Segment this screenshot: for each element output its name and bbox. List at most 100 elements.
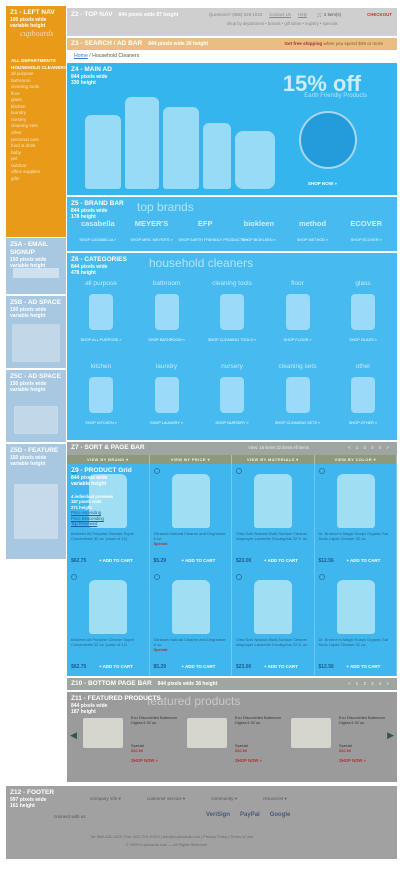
site-logo[interactable]: cupboards <box>20 30 53 38</box>
brand-item[interactable]: EFP SHOP EARTH FRIENDLY PRODUCTS » <box>178 214 248 248</box>
zoom-icon[interactable] <box>236 468 242 474</box>
shop-now-link[interactable]: SHOP NOW » <box>131 758 158 763</box>
zoom-icon[interactable] <box>318 574 325 580</box>
add-to-cart-button[interactable]: + ADD TO CART <box>99 664 133 669</box>
brand-link[interactable]: SHOP METHOD » <box>286 238 340 242</box>
product-description[interactable]: biokleen All Purpose Cleaner Super Conce… <box>71 531 145 542</box>
email-field[interactable] <box>13 268 59 278</box>
legal-text[interactable]: Tel: 888-326-1023 | Fax: 603-7XX-XXXX | … <box>90 834 253 839</box>
category-link[interactable]: SHOP GLASS » <box>333 338 393 342</box>
category-item[interactable]: all purpose SHOP ALL PURPOSE » <box>71 280 131 352</box>
category-link[interactable]: SHOP LAUNDRY » <box>137 421 197 425</box>
sort-tab[interactable]: VIEW BY COLOR ▾ <box>315 455 397 464</box>
add-to-cart-button[interactable]: + ADD TO CART <box>99 558 133 563</box>
shop-now-link[interactable]: SHOP NOW » <box>339 758 366 763</box>
category-link[interactable]: SHOP FLOOR » <box>268 338 328 342</box>
featured-item[interactable]: Eco Discoveries Bathroom Digest-It 32 oz… <box>187 715 283 778</box>
category-item[interactable]: cleaning tools SHOP CLEANING TOOLS » <box>202 280 262 352</box>
product-description[interactable]: Citra Solv Natural Multi-Surface Cleaner… <box>236 637 310 648</box>
sort-price-asc-link[interactable]: Price Ascending <box>71 510 101 515</box>
category-link[interactable]: SHOP OTHER » <box>333 421 393 425</box>
brand-item[interactable]: biokleen SHOP BIOKLEEN » <box>232 214 286 248</box>
category-item[interactable]: glass SHOP GLASS » <box>333 280 393 352</box>
carousel-next-icon[interactable]: ▶ <box>387 730 394 741</box>
add-to-cart-button[interactable]: + ADD TO CART <box>182 664 216 669</box>
sort-tab[interactable]: VIEW BY MATERIALS ▾ <box>232 455 315 464</box>
shipping-promo[interactable]: Get free shipping when you spend $49 or … <box>284 41 383 46</box>
category-item[interactable]: bathroom SHOP BATHROOM » <box>137 280 197 352</box>
category-item[interactable]: nursery SHOP NURSERY » <box>202 363 262 435</box>
zoom-icon[interactable] <box>153 468 160 474</box>
shop-now-link[interactable]: SHOP NOW » <box>308 181 337 186</box>
view-count-options[interactable]: View: 16 items 32 items All items <box>248 445 309 450</box>
brand-item[interactable]: ECOVER SHOP ECOVER » <box>339 214 393 248</box>
nav-item[interactable]: gifts <box>11 176 66 183</box>
add-to-cart-button[interactable]: + ADD TO CART <box>347 558 381 563</box>
verisign-badge-icon[interactable]: VeriSign <box>206 812 230 818</box>
product-description[interactable]: Dr. Bronner's Magic Soaps Organic Sal Su… <box>319 531 393 542</box>
zoom-icon[interactable] <box>236 574 242 580</box>
checkout-button[interactable]: CHECKOUT <box>367 12 392 17</box>
product-image[interactable] <box>254 474 292 528</box>
google-badge-icon[interactable]: Google <box>270 812 291 818</box>
category-item[interactable]: kitchen SHOP KITCHEN » <box>71 363 131 435</box>
carousel-prev-icon[interactable]: ◀ <box>70 730 77 741</box>
brand-link[interactable]: SHOP EARTH FRIENDLY PRODUCTS » <box>178 238 248 242</box>
product-description[interactable]: Citrasolv Natural Cleaner and Degreaser … <box>154 531 228 546</box>
category-link[interactable]: SHOP KITCHEN » <box>71 421 131 425</box>
category-link[interactable]: SHOP CLEANING SETS » <box>268 421 328 425</box>
sort-tab[interactable]: VIEW BY PRICE ▾ <box>150 455 232 464</box>
feature-box[interactable]: Z5D - FEATURE 150 pixels wide variable h… <box>6 444 66 559</box>
product-description[interactable]: Citrasolv Natural Cleaner and Degreaser … <box>154 637 228 652</box>
category-link[interactable]: SHOP BATHROOM » <box>137 338 197 342</box>
product-image[interactable] <box>89 580 127 634</box>
ad-space-b[interactable]: Z5B - AD SPACE 150 pixels wide variable … <box>6 296 66 368</box>
product-image[interactable] <box>336 580 375 634</box>
help-link[interactable]: Help <box>298 12 307 17</box>
product-description[interactable]: Dr. Bronner's Magic Soaps Organic Sal Su… <box>319 637 393 648</box>
add-to-cart-button[interactable]: + ADD TO CART <box>264 664 298 669</box>
top-links[interactable]: shop by department • brands • gift ideas… <box>227 21 338 26</box>
category-item[interactable]: cleaning sets SHOP CLEANING SETS » <box>268 363 328 435</box>
breadcrumb-home-link[interactable]: Home <box>74 53 88 59</box>
main-ad[interactable]: Z4 - MAIN AD 844 pixels wide 330 height … <box>67 63 397 195</box>
category-item[interactable]: laundry SHOP LAUNDRY » <box>137 363 197 435</box>
brand-link[interactable]: SHOP ECOVER » <box>339 238 393 242</box>
featured-item[interactable]: Eco Discoveries Bathroom Digest-It 32 oz… <box>291 715 387 778</box>
contact-link[interactable]: Contact Us <box>269 12 291 17</box>
featured-name[interactable]: Eco Discoveries Bathroom Digest-It 32 oz… <box>235 715 283 725</box>
add-to-cart-button[interactable]: + ADD TO CART <box>182 558 216 563</box>
pagination[interactable]: < 1 2 3 4 > <box>348 445 391 450</box>
brand-link[interactable]: SHOP BIOKLEEN » <box>232 238 286 242</box>
cart-summary[interactable]: 🛒 2 item(s) <box>317 12 341 18</box>
footer-link[interactable]: resources ▾ <box>263 796 287 802</box>
category-link[interactable]: SHOP ALL PURPOSE » <box>71 338 131 342</box>
product-image[interactable] <box>254 580 292 634</box>
category-item[interactable]: floor SHOP FLOOR » <box>268 280 328 352</box>
category-link[interactable]: SHOP CLEANING TOOLS » <box>202 338 262 342</box>
product-image[interactable] <box>171 580 210 634</box>
brand-link[interactable]: SHOP MRS. MEYER'S » <box>125 238 179 242</box>
product-image[interactable] <box>171 474 210 528</box>
footer-link[interactable]: community ▾ <box>211 796 237 802</box>
product-description[interactable]: Citra Solv Natural Multi-Surface Cleaner… <box>236 531 310 542</box>
category-link[interactable]: SHOP NURSERY » <box>202 421 262 425</box>
sort-price-desc-link[interactable]: Price Descending <box>71 516 104 521</box>
product-description[interactable]: biokleen All Purpose Cleaner Super Conce… <box>71 637 145 648</box>
pagination-bottom[interactable]: < 1 2 3 4 > <box>348 681 391 686</box>
sort-tab[interactable]: VIEW BY BRAND ▾ <box>67 455 150 464</box>
category-item[interactable]: other SHOP OTHER » <box>333 363 393 435</box>
featured-name[interactable]: Eco Discoveries Bathroom Digest-It 32 oz… <box>131 715 179 725</box>
brand-item[interactable]: MEYER'S SHOP MRS. MEYER'S » <box>125 214 179 248</box>
ad-space-c[interactable]: Z5C - AD SPACE 150 pixels wide variable … <box>6 370 66 442</box>
brand-item[interactable]: method SHOP METHOD » <box>286 214 340 248</box>
featured-name[interactable]: Eco Discoveries Bathroom Digest-It 32 oz… <box>339 715 387 725</box>
zoom-icon[interactable] <box>153 574 160 580</box>
zoom-icon[interactable] <box>71 574 77 580</box>
add-to-cart-button[interactable]: + ADD TO CART <box>347 664 381 669</box>
product-image[interactable] <box>336 474 375 528</box>
paypal-badge-icon[interactable]: PayPal <box>240 812 260 818</box>
zoom-icon[interactable] <box>318 468 325 474</box>
featured-item[interactable]: Eco Discoveries Bathroom Digest-It 32 oz… <box>83 715 179 778</box>
footer-link[interactable]: customer service ▾ <box>147 796 185 802</box>
